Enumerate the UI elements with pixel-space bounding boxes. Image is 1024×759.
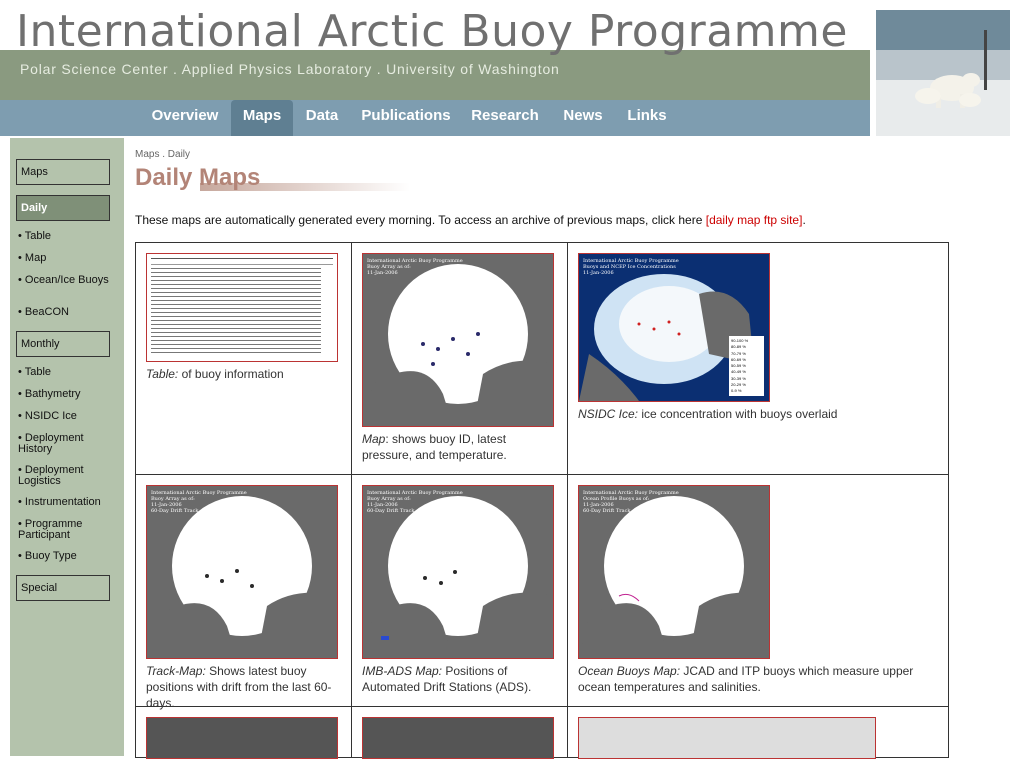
imb-thumb-title: International Arctic Buoy Programme Buoy… xyxy=(367,490,463,514)
imb-ads-map-thumbnail[interactable]: International Arctic Buoy Programme Buoy… xyxy=(362,485,554,659)
intro-text: These maps are automatically generated e… xyxy=(135,213,806,227)
sidebar-maps[interactable]: Maps xyxy=(16,159,110,185)
nav-news[interactable]: News xyxy=(556,100,610,136)
map-thumb-title: International Arctic Buoy Programme Buoy… xyxy=(367,258,463,276)
nav-publications[interactable]: Publications xyxy=(356,100,456,136)
row3-thumbnail-2[interactable] xyxy=(362,717,554,759)
ftp-link[interactable]: [daily map ftp site] xyxy=(706,213,803,227)
maps-grid: Table: of buoy information International… xyxy=(135,242,949,759)
nav-overview[interactable]: Overview xyxy=(142,100,228,136)
nav-data[interactable]: Data xyxy=(298,100,346,136)
buoy-map-thumbnail[interactable]: International Arctic Buoy Programme Buoy… xyxy=(362,253,554,427)
sidebar-programme-participant[interactable]: • Programme Participant xyxy=(18,519,118,541)
site-subtitle: Polar Science Center . Applied Physics L… xyxy=(20,61,560,77)
polar-bear-photo xyxy=(876,10,1010,136)
track-map-thumbnail[interactable]: International Arctic Buoy Programme Buoy… xyxy=(146,485,338,659)
sidebar-buoy-type[interactable]: • Buoy Type xyxy=(18,551,118,562)
sidebar-daily-beacon[interactable]: • BeaCON xyxy=(18,307,118,318)
sidebar-daily-table[interactable]: • Table xyxy=(18,231,118,242)
site-title[interactable]: International Arctic Buoy Programme xyxy=(16,6,848,57)
row3-thumbnail-1[interactable] xyxy=(146,717,338,759)
sidebar-special[interactable]: Special xyxy=(16,575,110,601)
row3-thumbnail-3[interactable] xyxy=(578,717,876,759)
caption-imb-ads-map: IMB-ADS Map: Positions of Automated Drif… xyxy=(362,664,532,694)
sidebar-daily-map[interactable]: • Map xyxy=(18,253,118,264)
page-title: Daily Maps xyxy=(135,164,261,191)
sidebar-monthly-table[interactable]: • Table xyxy=(18,367,118,378)
caption-map: Map: shows buoy ID, latest pressure, and… xyxy=(362,432,507,462)
nav-links[interactable]: Links xyxy=(620,100,674,136)
nsidc-thumb-title: International Arctic Buoy Programme Buoy… xyxy=(583,258,679,276)
sidebar-bathymetry[interactable]: • Bathymetry xyxy=(18,389,118,400)
nav-research[interactable]: Research xyxy=(465,100,545,136)
caption-ocean-buoys-map: Ocean Buoys Map: JCAD and ITP buoys whic… xyxy=(578,664,914,694)
caption-table: Table: of buoy information xyxy=(146,367,284,381)
sidebar-deployment-history[interactable]: • Deployment History xyxy=(18,433,118,455)
nav-maps[interactable]: Maps xyxy=(231,100,293,136)
sidebar-monthly[interactable]: Monthly xyxy=(16,331,110,357)
sidebar-deployment-logistics[interactable]: • Deployment Logistics xyxy=(18,465,118,487)
nsidc-ice-thumbnail[interactable]: International Arctic Buoy Programme Buoy… xyxy=(578,253,770,402)
breadcrumb[interactable]: Maps . Daily xyxy=(135,149,190,160)
table-thumbnail[interactable] xyxy=(146,253,338,362)
track-thumb-title: International Arctic Buoy Programme Buoy… xyxy=(151,490,247,514)
caption-nsidc: NSIDC Ice: ice concentration with buoys … xyxy=(578,407,838,421)
sidebar-instrumentation[interactable]: • Instrumentation xyxy=(18,497,118,508)
sidebar-daily[interactable]: Daily xyxy=(16,195,110,221)
caption-track-map: Track-Map: Shows latest buoy positions w… xyxy=(146,664,332,710)
sidebar-nsidc-ice[interactable]: • NSIDC Ice xyxy=(18,411,118,422)
ocean-thumb-title: International Arctic Buoy Programme Ocea… xyxy=(583,490,679,514)
nsidc-legend: 90-100 % 80-89 % 70-79 % 60-69 % 50-59 % 40-4… xyxy=(731,338,749,394)
sidebar-daily-ocean-ice[interactable]: • Ocean/Ice Buoys xyxy=(18,275,118,286)
ocean-buoys-map-thumbnail[interactable]: International Arctic Buoy Programme Ocea… xyxy=(578,485,770,659)
